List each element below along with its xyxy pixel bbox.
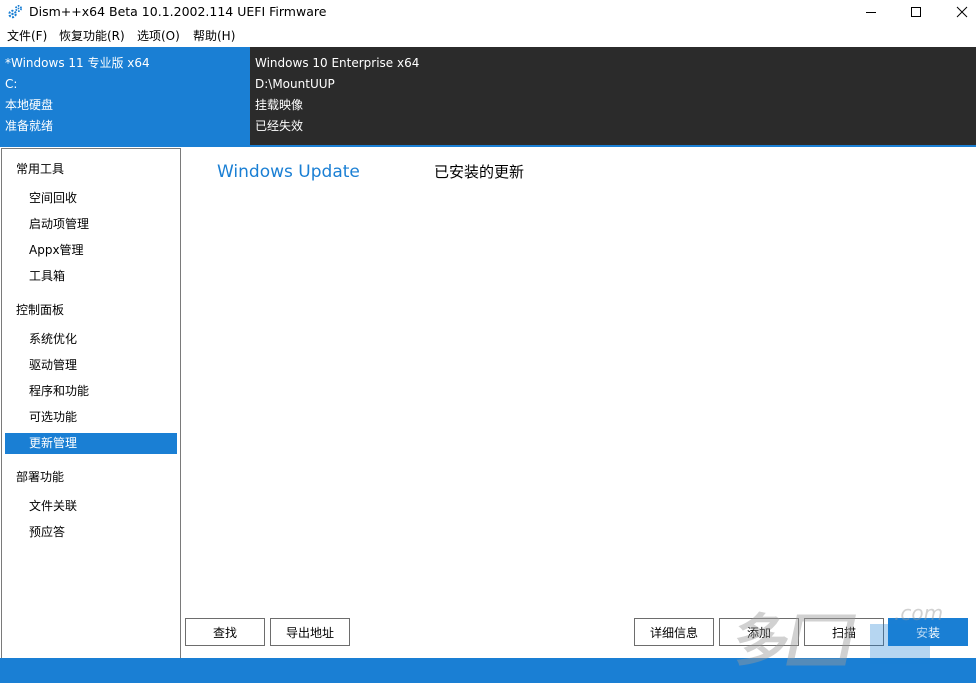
menu-options[interactable]: 选项(O) (137, 28, 180, 44)
minimize-icon (866, 12, 876, 13)
minimize-button[interactable] (848, 0, 894, 24)
menu-file[interactable]: 文件(F) (7, 28, 47, 44)
sidebar-item-update-manager[interactable]: 更新管理 (5, 433, 177, 454)
find-button[interactable]: 查找 (185, 618, 265, 646)
update-manager-panel: Windows Update 已安装的更新 查找 导出地址 详细信息 添加 扫描… (181, 148, 976, 657)
title-bar: Dism++x64 Beta 10.1.2002.114 UEFI Firmwa… (0, 0, 976, 24)
session-drive: C: (5, 77, 18, 91)
sidebar-group-deployment: 部署功能 (16, 470, 65, 484)
status-bar (0, 658, 976, 683)
sidebar-item-optional-features[interactable]: 可选功能 (5, 407, 177, 428)
session-name: Windows 10 Enterprise x64 (255, 56, 420, 70)
scan-button[interactable]: 扫描 (804, 618, 884, 646)
tab-installed-updates[interactable]: 已安装的更新 (434, 162, 524, 182)
gear-app-icon (8, 5, 22, 19)
sidebar-item-file-association[interactable]: 文件关联 (5, 496, 177, 517)
sidebar-item-appx-manager[interactable]: Appx管理 (5, 240, 177, 261)
install-button[interactable]: 安装 (888, 618, 968, 646)
window-title: Dism++x64 Beta 10.1.2002.114 UEFI Firmwa… (29, 4, 327, 19)
sidebar-item-system-optimize[interactable]: 系统优化 (5, 329, 177, 350)
menu-bar: 文件(F) 恢复功能(R) 选项(O) 帮助(H) (0, 26, 976, 46)
sidebar-group-common-tools: 常用工具 (16, 162, 65, 176)
sidebar-group-control-panel: 控制面板 (16, 303, 65, 317)
sidebar-item-startup-manager[interactable]: 启动项管理 (5, 214, 177, 235)
sidebar-item-answer-file[interactable]: 预应答 (5, 522, 177, 543)
close-icon (956, 6, 968, 18)
session-current[interactable]: *Windows 11 专业版 x64 C: 本地硬盘 准备就绪 (0, 47, 250, 145)
close-button[interactable] (939, 0, 976, 24)
sidebar: 常用工具 空间回收 启动项管理 Appx管理 工具箱 控制面板 系统优化 驱动管… (1, 148, 181, 659)
menu-restore[interactable]: 恢复功能(R) (59, 28, 125, 44)
add-button[interactable]: 添加 (719, 618, 799, 646)
export-address-button[interactable]: 导出地址 (270, 618, 350, 646)
dism-window: Dism++x64 Beta 10.1.2002.114 UEFI Firmwa… (0, 0, 976, 683)
session-status: 已经失效 (255, 119, 304, 133)
details-button[interactable]: 详细信息 (634, 618, 714, 646)
maximize-button[interactable] (893, 0, 939, 24)
sidebar-item-driver-manager[interactable]: 驱动管理 (5, 355, 177, 376)
session-path: D:\MountUUP (255, 77, 335, 91)
header-divider (0, 145, 976, 147)
sidebar-item-programs-features[interactable]: 程序和功能 (5, 381, 177, 402)
session-type: 挂载映像 (255, 98, 304, 112)
session-type: 本地硬盘 (5, 98, 54, 112)
session-status: 准备就绪 (5, 119, 54, 133)
maximize-icon (911, 7, 921, 17)
session-name: *Windows 11 专业版 x64 (5, 56, 150, 70)
tab-windows-update[interactable]: Windows Update (217, 161, 360, 183)
sidebar-item-toolbox[interactable]: 工具箱 (5, 266, 177, 287)
sidebar-item-space-reclaim[interactable]: 空间回收 (5, 188, 177, 209)
menu-help[interactable]: 帮助(H) (193, 28, 235, 44)
session-mounted[interactable]: Windows 10 Enterprise x64 D:\MountUUP 挂载… (250, 47, 976, 145)
